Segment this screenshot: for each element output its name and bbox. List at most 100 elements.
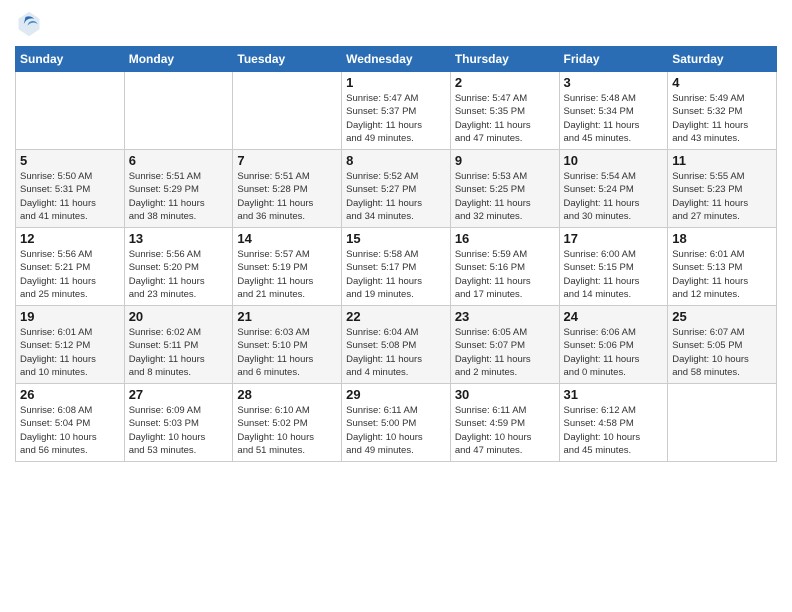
day-number: 11 xyxy=(672,153,772,168)
calendar-cell xyxy=(668,384,777,462)
day-info: Sunrise: 6:03 AMSunset: 5:10 PMDaylight:… xyxy=(237,326,337,379)
day-number: 30 xyxy=(455,387,555,402)
calendar-week-row: 12 Sunrise: 5:56 AMSunset: 5:21 PMDayligh… xyxy=(16,228,777,306)
day-info: Sunrise: 6:04 AMSunset: 5:08 PMDaylight:… xyxy=(346,326,446,379)
day-info: Sunrise: 6:02 AMSunset: 5:11 PMDaylight:… xyxy=(129,326,229,379)
calendar-cell xyxy=(16,72,125,150)
day-number: 14 xyxy=(237,231,337,246)
calendar-cell: 16 Sunrise: 5:59 AMSunset: 5:16 PMDayligh… xyxy=(450,228,559,306)
calendar-cell: 23 Sunrise: 6:05 AMSunset: 5:07 PMDayligh… xyxy=(450,306,559,384)
day-info: Sunrise: 6:00 AMSunset: 5:15 PMDaylight:… xyxy=(564,248,664,301)
logo xyxy=(15,10,47,38)
day-number: 20 xyxy=(129,309,229,324)
day-number: 8 xyxy=(346,153,446,168)
calendar-cell: 13Sunrise: 5:56 AMSunset: 5:20 PMDayligh… xyxy=(124,228,233,306)
header xyxy=(15,10,777,38)
weekday-header-monday: Monday xyxy=(124,47,233,72)
day-info: Sunrise: 6:12 AMSunset: 4:58 PMDaylight:… xyxy=(564,404,664,457)
weekday-header-tuesday: Tuesday xyxy=(233,47,342,72)
day-info: Sunrise: 6:09 AMSunset: 5:03 PMDaylight:… xyxy=(129,404,229,457)
day-number: 22 xyxy=(346,309,446,324)
day-number: 24 xyxy=(564,309,664,324)
calendar-cell: 21 Sunrise: 6:03 AMSunset: 5:10 PMDayligh… xyxy=(233,306,342,384)
calendar-cell: 15Sunrise: 5:58 AMSunset: 5:17 PMDayligh… xyxy=(342,228,451,306)
calendar-week-row: 5 Sunrise: 5:50 AMSunset: 5:31 PMDaylight… xyxy=(16,150,777,228)
weekday-header-wednesday: Wednesday xyxy=(342,47,451,72)
day-info: Sunrise: 6:11 AMSunset: 5:00 PMDaylight:… xyxy=(346,404,446,457)
weekday-header-thursday: Thursday xyxy=(450,47,559,72)
day-info: Sunrise: 5:59 AMSunset: 5:16 PMDaylight:… xyxy=(455,248,555,301)
weekday-header-row: SundayMondayTuesdayWednesdayThursdayFrid… xyxy=(16,47,777,72)
day-info: Sunrise: 5:53 AMSunset: 5:25 PMDaylight:… xyxy=(455,170,555,223)
day-info: Sunrise: 5:54 AMSunset: 5:24 PMDaylight:… xyxy=(564,170,664,223)
day-info: Sunrise: 5:51 AMSunset: 5:29 PMDaylight:… xyxy=(129,170,229,223)
day-info: Sunrise: 5:48 AMSunset: 5:34 PMDaylight:… xyxy=(564,92,664,145)
day-number: 21 xyxy=(237,309,337,324)
day-number: 3 xyxy=(564,75,664,90)
calendar-cell: 10 Sunrise: 5:54 AMSunset: 5:24 PMDayligh… xyxy=(559,150,668,228)
day-number: 15 xyxy=(346,231,446,246)
day-number: 5 xyxy=(20,153,120,168)
calendar-cell: 25 Sunrise: 6:07 AMSunset: 5:05 PMDayligh… xyxy=(668,306,777,384)
day-number: 27 xyxy=(129,387,229,402)
day-number: 23 xyxy=(455,309,555,324)
weekday-header-sunday: Sunday xyxy=(16,47,125,72)
calendar-week-row: 26 Sunrise: 6:08 AMSunset: 5:04 PMDayligh… xyxy=(16,384,777,462)
day-number: 17 xyxy=(564,231,664,246)
day-number: 29 xyxy=(346,387,446,402)
calendar-cell: 29 Sunrise: 6:11 AMSunset: 5:00 PMDayligh… xyxy=(342,384,451,462)
calendar-cell: 7Sunrise: 5:51 AMSunset: 5:28 PMDaylight… xyxy=(233,150,342,228)
calendar-cell: 28Sunrise: 6:10 AMSunset: 5:02 PMDayligh… xyxy=(233,384,342,462)
day-info: Sunrise: 5:55 AMSunset: 5:23 PMDaylight:… xyxy=(672,170,772,223)
calendar-cell: 2 Sunrise: 5:47 AMSunset: 5:35 PMDaylight… xyxy=(450,72,559,150)
calendar-cell: 19Sunrise: 6:01 AMSunset: 5:12 PMDayligh… xyxy=(16,306,125,384)
day-number: 10 xyxy=(564,153,664,168)
calendar-cell: 4Sunrise: 5:49 AMSunset: 5:32 PMDaylight… xyxy=(668,72,777,150)
day-info: Sunrise: 6:06 AMSunset: 5:06 PMDaylight:… xyxy=(564,326,664,379)
day-number: 18 xyxy=(672,231,772,246)
day-info: Sunrise: 5:56 AMSunset: 5:21 PMDaylight:… xyxy=(20,248,120,301)
calendar-cell: 14 Sunrise: 5:57 AMSunset: 5:19 PMDayligh… xyxy=(233,228,342,306)
calendar-cell: 20 Sunrise: 6:02 AMSunset: 5:11 PMDayligh… xyxy=(124,306,233,384)
day-info: Sunrise: 6:08 AMSunset: 5:04 PMDaylight:… xyxy=(20,404,120,457)
calendar-cell: 1Sunrise: 5:47 AMSunset: 5:37 PMDaylight… xyxy=(342,72,451,150)
day-number: 12 xyxy=(20,231,120,246)
day-info: Sunrise: 5:52 AMSunset: 5:27 PMDaylight:… xyxy=(346,170,446,223)
calendar-cell: 31Sunrise: 6:12 AMSunset: 4:58 PMDayligh… xyxy=(559,384,668,462)
calendar-cell: 17 Sunrise: 6:00 AMSunset: 5:15 PMDayligh… xyxy=(559,228,668,306)
calendar-cell: 30Sunrise: 6:11 AMSunset: 4:59 PMDayligh… xyxy=(450,384,559,462)
day-info: Sunrise: 5:50 AMSunset: 5:31 PMDaylight:… xyxy=(20,170,120,223)
weekday-header-saturday: Saturday xyxy=(668,47,777,72)
day-number: 26 xyxy=(20,387,120,402)
day-info: Sunrise: 6:01 AMSunset: 5:13 PMDaylight:… xyxy=(672,248,772,301)
calendar-cell: 26 Sunrise: 6:08 AMSunset: 5:04 PMDayligh… xyxy=(16,384,125,462)
day-info: Sunrise: 6:07 AMSunset: 5:05 PMDaylight:… xyxy=(672,326,772,379)
page-container: SundayMondayTuesdayWednesdayThursdayFrid… xyxy=(0,0,792,612)
day-number: 2 xyxy=(455,75,555,90)
day-number: 7 xyxy=(237,153,337,168)
calendar-cell: 9Sunrise: 5:53 AMSunset: 5:25 PMDaylight… xyxy=(450,150,559,228)
day-number: 28 xyxy=(237,387,337,402)
day-number: 1 xyxy=(346,75,446,90)
calendar-cell xyxy=(233,72,342,150)
day-info: Sunrise: 5:47 AMSunset: 5:35 PMDaylight:… xyxy=(455,92,555,145)
calendar-cell: 18 Sunrise: 6:01 AMSunset: 5:13 PMDayligh… xyxy=(668,228,777,306)
day-info: Sunrise: 5:49 AMSunset: 5:32 PMDaylight:… xyxy=(672,92,772,145)
calendar-cell: 12 Sunrise: 5:56 AMSunset: 5:21 PMDayligh… xyxy=(16,228,125,306)
day-number: 16 xyxy=(455,231,555,246)
calendar-cell: 22 Sunrise: 6:04 AMSunset: 5:08 PMDayligh… xyxy=(342,306,451,384)
day-number: 13 xyxy=(129,231,229,246)
logo-icon xyxy=(15,10,43,38)
weekday-header-friday: Friday xyxy=(559,47,668,72)
day-number: 25 xyxy=(672,309,772,324)
calendar-week-row: 1Sunrise: 5:47 AMSunset: 5:37 PMDaylight… xyxy=(16,72,777,150)
calendar-cell: 6 Sunrise: 5:51 AMSunset: 5:29 PMDaylight… xyxy=(124,150,233,228)
calendar-week-row: 19Sunrise: 6:01 AMSunset: 5:12 PMDayligh… xyxy=(16,306,777,384)
day-number: 6 xyxy=(129,153,229,168)
calendar-cell: 27 Sunrise: 6:09 AMSunset: 5:03 PMDayligh… xyxy=(124,384,233,462)
calendar-cell: 8 Sunrise: 5:52 AMSunset: 5:27 PMDaylight… xyxy=(342,150,451,228)
day-info: Sunrise: 6:05 AMSunset: 5:07 PMDaylight:… xyxy=(455,326,555,379)
day-info: Sunrise: 5:57 AMSunset: 5:19 PMDaylight:… xyxy=(237,248,337,301)
calendar-cell: 5 Sunrise: 5:50 AMSunset: 5:31 PMDaylight… xyxy=(16,150,125,228)
day-info: Sunrise: 6:01 AMSunset: 5:12 PMDaylight:… xyxy=(20,326,120,379)
